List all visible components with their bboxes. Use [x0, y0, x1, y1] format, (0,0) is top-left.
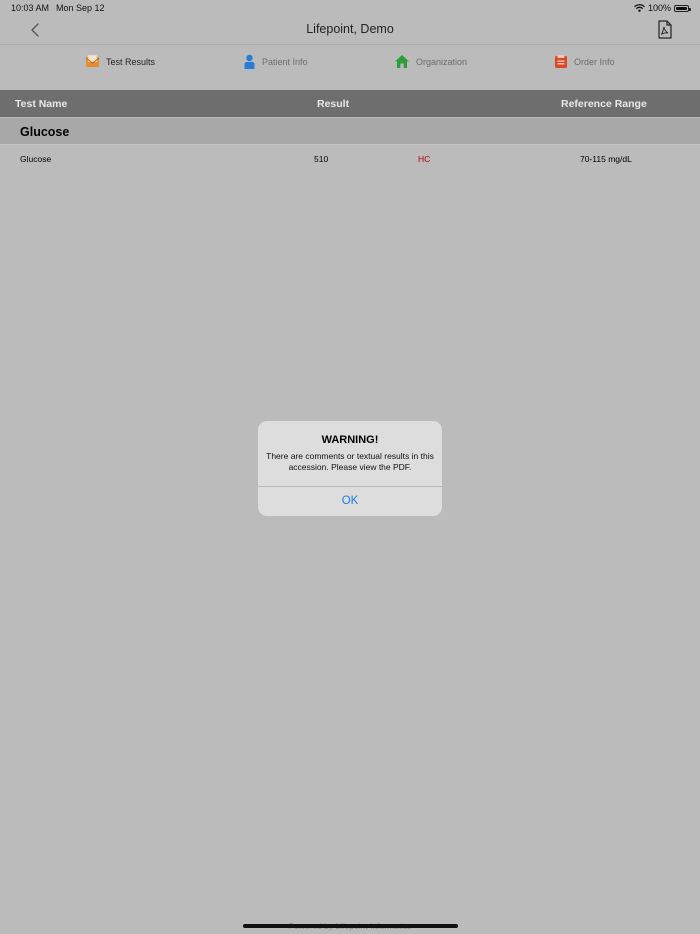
envelope-icon [85, 54, 100, 67]
column-result: Result [317, 98, 350, 110]
home-indicator[interactable] [243, 924, 458, 928]
test-group-header: Glucose [0, 118, 700, 145]
navigation-bar: Lifepoint, Demo [0, 16, 700, 45]
column-reference-range: Reference Range [561, 98, 647, 110]
alert-title: WARNING! [321, 434, 379, 446]
status-right: 100% [634, 3, 691, 13]
tab-patient-info-label: Patient Info [262, 57, 308, 67]
battery-percent: 100% [647, 3, 671, 13]
battery-icon [674, 4, 691, 12]
tab-bar: Test Results Patient Info Organization O… [0, 45, 700, 89]
status-date: Mon Sep 12 [56, 3, 105, 13]
warning-alert-dialog: WARNING! There are comments or textual r… [258, 421, 442, 516]
wifi-icon [634, 4, 645, 12]
tab-organization-label: Organization [416, 56, 468, 67]
tab-organization[interactable]: Organization [394, 54, 467, 69]
tab-test-results-label: Test Results [106, 56, 156, 67]
alert-message: There are comments or textual results in… [266, 451, 434, 472]
page-title: Lifepoint, Demo [306, 22, 394, 36]
tab-patient-info[interactable]: Patient Info [243, 54, 308, 70]
tab-order-info-label: Order Info [574, 56, 615, 67]
result-flag-cell: HC [418, 154, 431, 164]
table-row[interactable]: Glucose 510 HC 70-115 mg/dL [0, 145, 700, 171]
person-icon [244, 54, 255, 69]
test-group-title: Glucose [20, 125, 70, 139]
tab-order-info[interactable]: Order Info [554, 54, 615, 69]
test-name-cell: Glucose [20, 154, 52, 164]
status-time: 10:03 AM [11, 3, 50, 13]
house-icon [395, 55, 409, 68]
status-bar: 10:03 AM Mon Sep 12 100% [0, 0, 700, 16]
reference-range-cell: 70-115 mg/dL [580, 154, 632, 164]
column-test-name: Test Name [15, 98, 68, 110]
pdf-document-icon[interactable] [656, 19, 674, 41]
tab-test-results[interactable]: Test Results [85, 54, 155, 69]
table-header: Test Name Result Reference Range [0, 90, 700, 117]
result-value-cell: 510 [314, 154, 329, 164]
order-box-icon [555, 55, 567, 68]
alert-ok-button[interactable]: OK [258, 487, 442, 516]
